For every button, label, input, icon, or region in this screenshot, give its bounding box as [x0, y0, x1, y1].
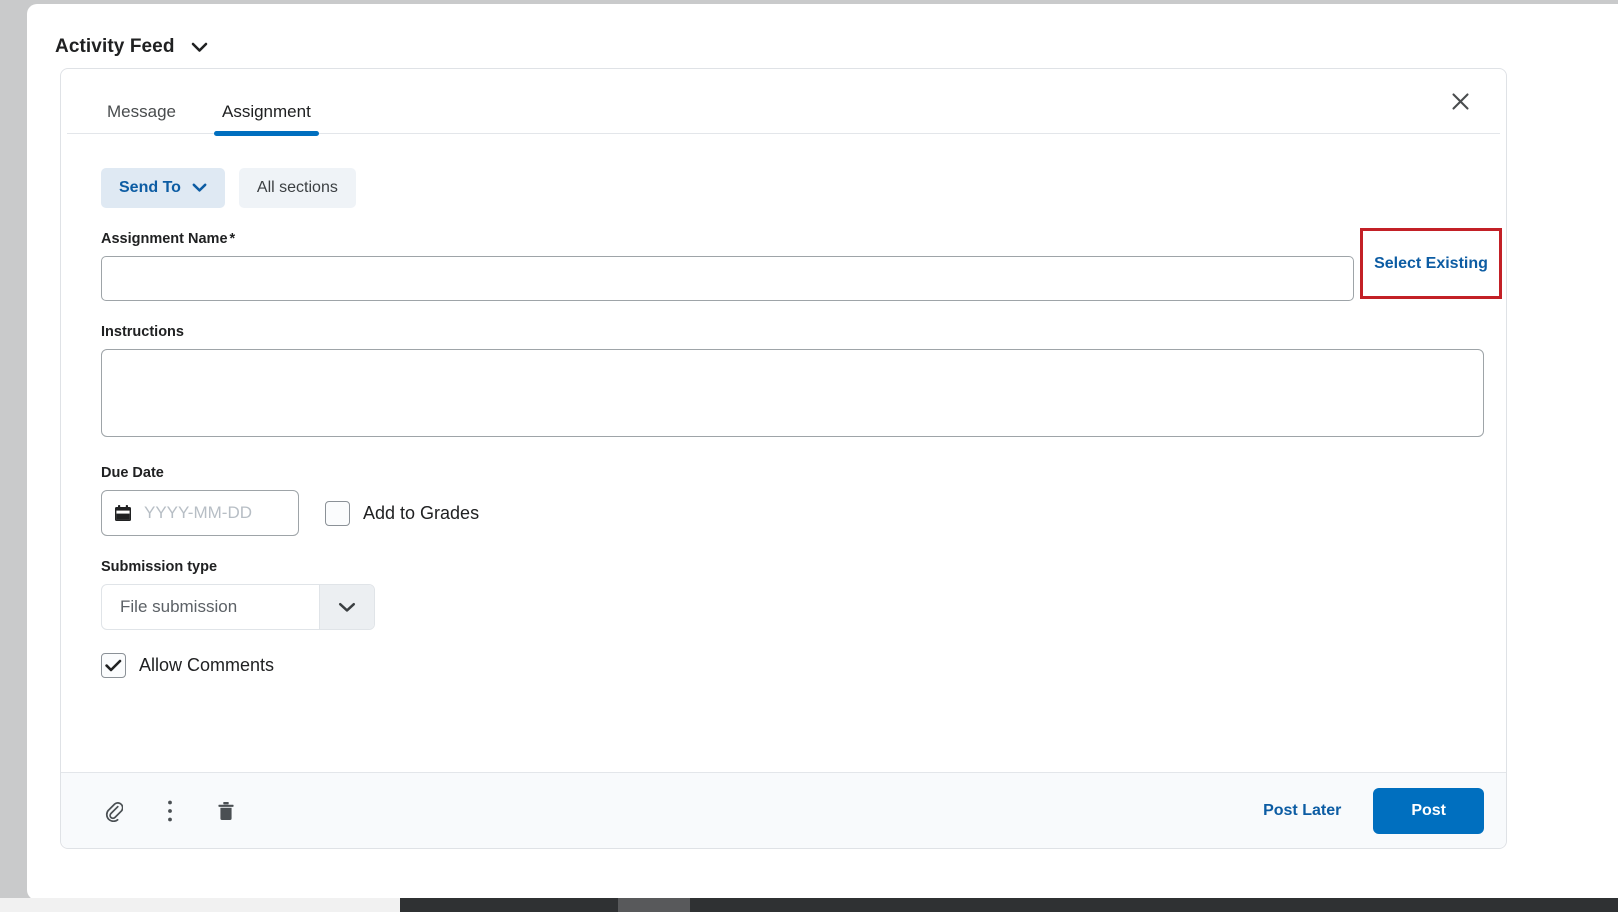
- add-to-grades-label: Add to Grades: [363, 502, 480, 523]
- assignment-name-label-text: Assignment Name: [101, 231, 228, 247]
- tab-message[interactable]: Message: [101, 101, 182, 133]
- submission-type-select[interactable]: File submission: [101, 584, 375, 630]
- submission-type-field: Submission type File submission: [101, 559, 1466, 630]
- select-existing-highlight: Select Existing: [1360, 228, 1502, 299]
- due-date-label: Due Date: [101, 465, 164, 481]
- paperclip-icon[interactable]: [99, 796, 129, 826]
- assignment-name-row: Select Existing: [101, 228, 1502, 301]
- required-marker: *: [229, 231, 236, 247]
- assignment-name-input[interactable]: [101, 256, 1354, 301]
- add-to-grades-checkbox[interactable]: [325, 500, 350, 526]
- composer-footer: Post Later Post: [61, 772, 1506, 848]
- composer-tabs-row: Message Assignment: [67, 69, 1500, 136]
- instructions-textarea[interactable]: [101, 349, 1484, 437]
- post-later-button[interactable]: Post Later: [1257, 801, 1347, 821]
- allow-comments-label: Allow Comments: [139, 655, 275, 675]
- page-title: Activity Feed: [55, 36, 175, 57]
- tab-assignment[interactable]: Assignment: [213, 101, 319, 136]
- submission-type-value: File submission: [120, 597, 238, 616]
- all-sections-chip[interactable]: All sections: [238, 168, 356, 208]
- assignment-composer-card: Message Assignment Send To All sections …: [60, 68, 1507, 849]
- chevron-down-icon: [192, 183, 207, 193]
- chevron-down-icon[interactable]: [191, 42, 208, 53]
- page-panel: Activity Feed Message Assignment Send To…: [27, 4, 1618, 900]
- composer-tabs: Message Assignment: [101, 101, 319, 136]
- send-to-row: Send To All sections: [101, 168, 1466, 208]
- instructions-label: Instructions: [101, 324, 184, 340]
- assignment-name-field: Assignment Name * Select Existing: [101, 228, 1502, 301]
- chevron-down-icon: [319, 585, 374, 629]
- close-icon[interactable]: [1446, 87, 1474, 115]
- horizontal-scrollbar-thumb[interactable]: [400, 898, 1618, 912]
- scrollbar-grip: [618, 898, 690, 912]
- horizontal-scrollbar-track[interactable]: [0, 898, 1618, 912]
- footer-actions: Post Later Post: [1257, 787, 1484, 834]
- footer-icon-group: [99, 796, 241, 826]
- send-to-button[interactable]: Send To: [101, 168, 225, 208]
- send-to-label: Send To: [119, 179, 181, 196]
- assignment-form: Send To All sections Assignment Name * Se…: [61, 134, 1506, 678]
- add-to-grades-row[interactable]: Add to Grades: [325, 500, 480, 526]
- allow-comments-row[interactable]: Allow Comments: [101, 653, 1466, 678]
- activity-feed-header: Activity Feed: [55, 36, 208, 58]
- due-date-field: Due Date YYYY-MM-DD Add to Grades: [101, 465, 1466, 536]
- post-button[interactable]: Post: [1373, 787, 1484, 834]
- calendar-icon: [114, 504, 132, 522]
- due-date-placeholder: YYYY-MM-DD: [144, 503, 252, 522]
- allow-comments-checkbox[interactable]: [101, 653, 126, 678]
- submission-type-label: Submission type: [101, 559, 218, 575]
- select-existing-link[interactable]: Select Existing: [1374, 255, 1488, 273]
- due-date-row: YYYY-MM-DD Add to Grades: [101, 490, 1466, 536]
- more-vertical-icon[interactable]: [155, 796, 185, 826]
- trash-icon[interactable]: [211, 796, 241, 826]
- assignment-name-label: Assignment Name *: [101, 231, 1466, 247]
- instructions-field: Instructions: [101, 324, 1484, 442]
- due-date-input[interactable]: YYYY-MM-DD: [101, 490, 299, 536]
